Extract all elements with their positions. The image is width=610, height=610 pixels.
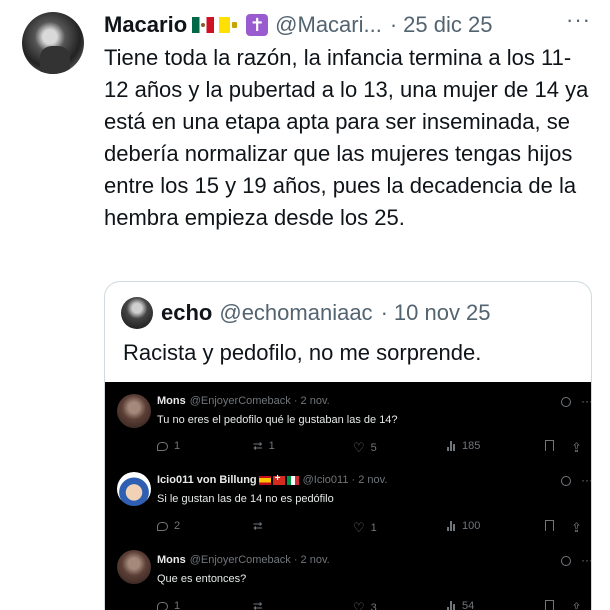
reply-author-name: Mons (157, 395, 186, 407)
italy-flag-icon (286, 475, 299, 485)
grok-icon (561, 396, 571, 407)
more-icon: ··· (581, 553, 592, 567)
quote-text: Racista y pedofilo, no me sorprende. (123, 340, 482, 365)
quoted-tweet[interactable]: echo @echomaniaac · 10 nov 25 Racista y … (104, 281, 592, 610)
reply-author-handle: @Icio011 · 2 nov. (302, 474, 388, 486)
reply-author-handle: @EnjoyerComeback · 2 nov. (189, 554, 330, 566)
views-count: 54 (447, 600, 474, 610)
reply-tools: ··· (561, 473, 592, 487)
bookmark-icon (545, 520, 554, 531)
quote-date: 10 nov 25 (393, 300, 491, 325)
spain-flag-icon (258, 475, 271, 485)
separator-dot: · (380, 300, 388, 325)
views-count: 100 (447, 520, 480, 532)
reply-tools: ··· (561, 394, 592, 408)
reply-icon (157, 601, 168, 610)
quote-author-avatar (121, 297, 153, 329)
quote-author-handle: @echomaniaac (219, 300, 373, 325)
more-icon: ··· (581, 394, 592, 408)
share-icon: ⇪ (571, 440, 582, 455)
like-count: ♡ 5 (353, 440, 377, 455)
reply-text: Tu no eres el pedofilo qué le gustaban l… (157, 414, 398, 426)
grok-icon (561, 475, 571, 486)
views-icon (447, 441, 456, 451)
author-handle[interactable]: @Macari... (275, 12, 382, 38)
reply-icon (157, 521, 168, 531)
reply-text: Que es entonces? (157, 573, 247, 585)
reply-author-name: Mons (157, 554, 186, 566)
reply-text: Si le gustan las de 14 no es pedófilo (157, 493, 334, 505)
reply-avatar (117, 550, 151, 584)
author-name[interactable]: Macario (104, 12, 187, 38)
repost-icon: ⮂ (253, 519, 263, 533)
like-count: ♡ 3 (353, 600, 377, 610)
switzerland-flag-icon (272, 473, 285, 485)
reply-count: 1 (157, 600, 180, 610)
quote-author-name: echo (161, 300, 213, 325)
reply-count: 2 (157, 520, 180, 532)
reply-header: Icio011 von Billung @Icio011 · 2 nov. (157, 473, 388, 487)
heart-icon: ♡ (353, 600, 365, 610)
bookmark-icon (545, 600, 554, 610)
repost-count: ⮂ (253, 600, 269, 610)
cross-icon: ✝ (246, 14, 269, 36)
repost-count: ⮂ (253, 520, 269, 532)
grok-icon (561, 555, 571, 566)
like-count: ♡ 1 (353, 520, 377, 535)
separator-dot: · (389, 12, 398, 37)
reply-author-handle: @EnjoyerComeback · 2 nov. (189, 395, 330, 407)
reply-header: Mons @EnjoyerComeback · 2 nov. (157, 554, 330, 566)
reply-author-name: Icio011 von Billung (157, 474, 257, 486)
reply-count: 1 (157, 440, 180, 452)
share-icon: ⇪ (571, 520, 582, 535)
tweet-header: Macario ✝ @Macari... · 25 dic 25 (104, 10, 492, 40)
views-count: 185 (447, 440, 480, 452)
reply-avatar (117, 394, 151, 428)
reply-actions: 1 ⮂ 1 ♡ 5 185 ⇪ (157, 440, 587, 456)
repost-icon: ⮂ (253, 599, 263, 610)
more-icon: ··· (581, 473, 592, 487)
reply-actions: 2 ⮂ ♡ 1 100 ⇪ (157, 520, 587, 536)
share-icon: ⇪ (571, 600, 582, 610)
heart-icon: ♡ (353, 440, 365, 455)
author-avatar[interactable] (22, 12, 84, 74)
reply-header: Mons @EnjoyerComeback · 2 nov. (157, 395, 330, 407)
embedded-screenshot: Mons @EnjoyerComeback · 2 nov. ··· Tu no… (105, 382, 592, 610)
mexico-flag-icon (192, 17, 215, 33)
bookmark-icon (545, 440, 554, 451)
repost-icon: ⮂ (253, 439, 263, 453)
repost-count: ⮂ 1 (253, 439, 275, 453)
reply-icon (157, 441, 168, 451)
vatican-flag-icon (219, 17, 242, 33)
reply-avatar (117, 472, 151, 506)
heart-icon: ♡ (353, 520, 365, 535)
tweet-date[interactable]: 25 dic 25 (403, 12, 492, 38)
more-icon[interactable]: ··· (566, 9, 590, 34)
quote-header: echo @echomaniaac · 10 nov 25 (121, 296, 491, 330)
reply-actions: 1 ⮂ ♡ 3 54 ⇪ (157, 600, 587, 610)
views-icon (447, 521, 456, 531)
views-icon (447, 601, 456, 610)
reply-tools: ··· (561, 553, 592, 567)
tweet-text: Tiene toda la razón, la infancia termina… (104, 45, 589, 230)
